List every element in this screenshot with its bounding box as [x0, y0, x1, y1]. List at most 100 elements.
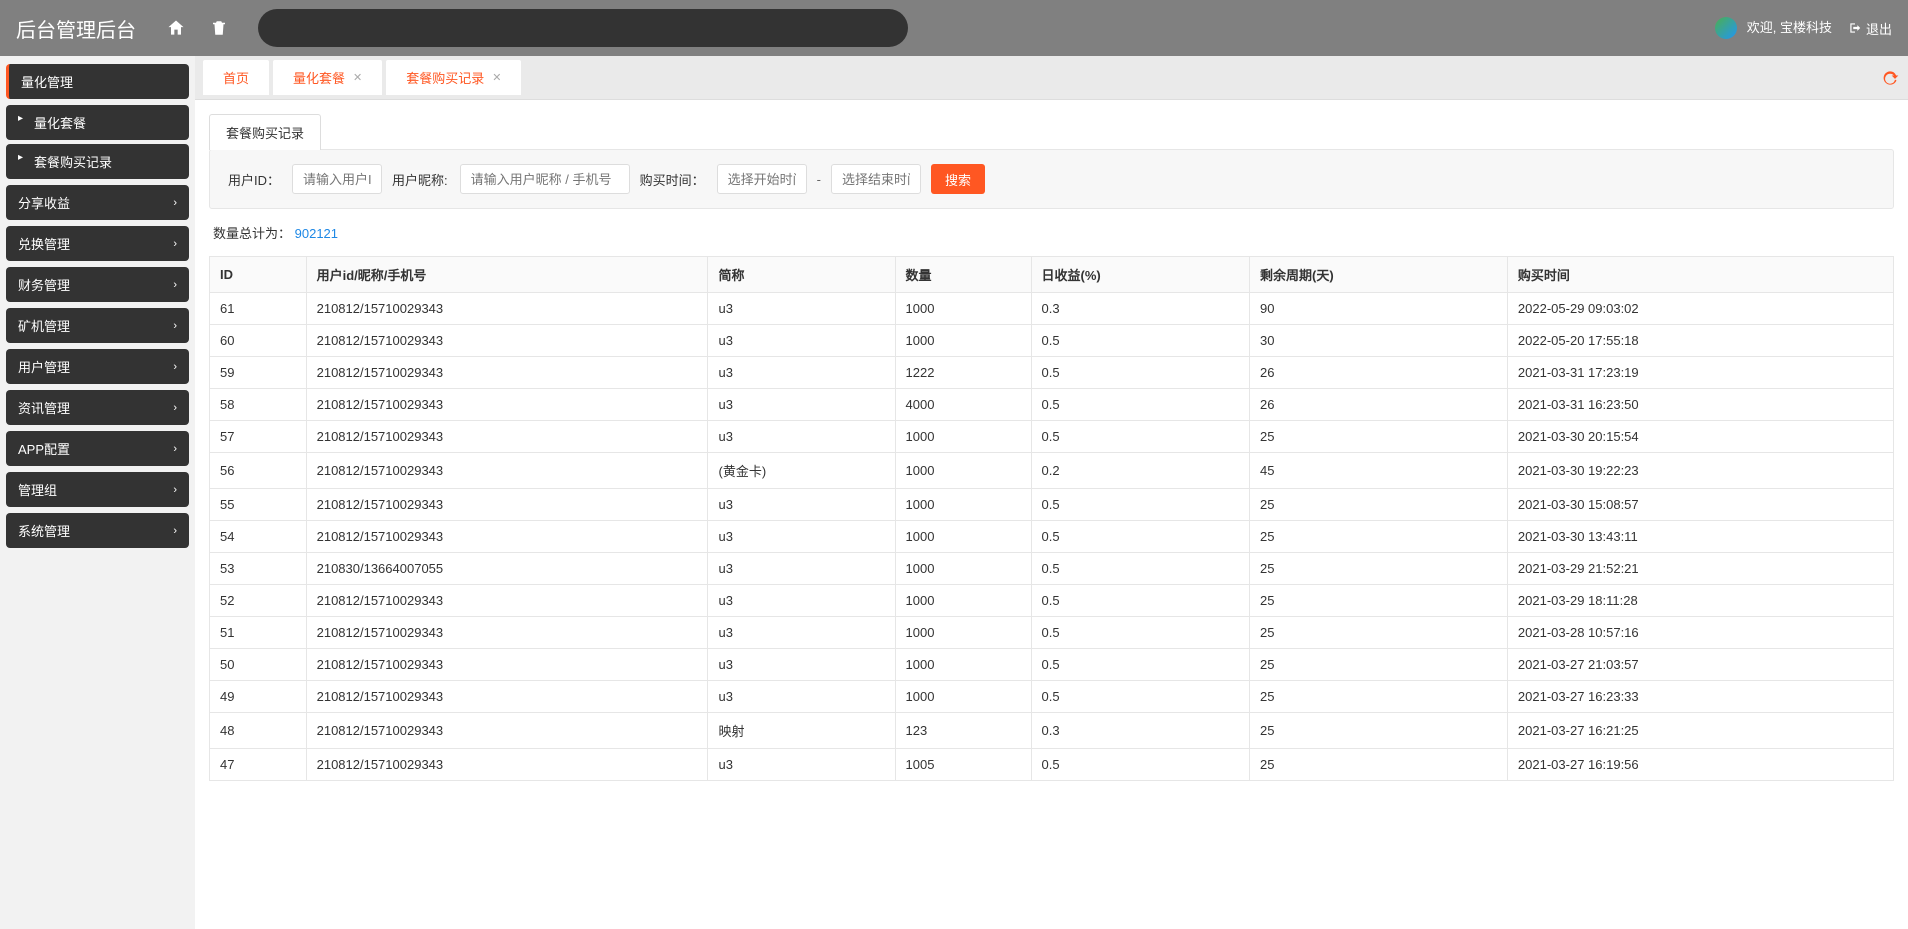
- cell-time: 2021-03-30 20:15:54: [1507, 421, 1893, 453]
- cell-time: 2021-03-30 15:08:57: [1507, 489, 1893, 521]
- cell-days: 26: [1250, 389, 1508, 421]
- tab-0[interactable]: 首页: [203, 60, 269, 95]
- chevron-right-icon: ›: [173, 525, 177, 537]
- cell-name: u3: [708, 585, 895, 617]
- cell-name: u3: [708, 357, 895, 389]
- cell-id: 47: [210, 749, 307, 781]
- cell-user: 210830/13664007055: [306, 553, 708, 585]
- cell-time: 2022-05-29 09:03:02: [1507, 293, 1893, 325]
- table-row: 49210812/15710029343u310000.5252021-03-2…: [210, 681, 1894, 713]
- refresh-icon[interactable]: [1880, 68, 1900, 88]
- col-header-2: 简称: [708, 257, 895, 293]
- sidebar-item-3[interactable]: 财务管理›: [6, 267, 189, 302]
- total-label: 数量总计为：: [213, 226, 291, 241]
- sidebar-item-5[interactable]: 用户管理›: [6, 349, 189, 384]
- cell-qty: 1222: [895, 357, 1031, 389]
- tab-2[interactable]: 套餐购买记录✕: [386, 60, 521, 95]
- cell-id: 59: [210, 357, 307, 389]
- cell-id: 53: [210, 553, 307, 585]
- sidebar-item-7[interactable]: APP配置›: [6, 431, 189, 466]
- sidebar-item-8[interactable]: 管理组›: [6, 472, 189, 507]
- chevron-right-icon: ›: [173, 484, 177, 496]
- table-row: 47210812/15710029343u310050.5252021-03-2…: [210, 749, 1894, 781]
- cell-days: 25: [1250, 585, 1508, 617]
- sidebar-subitem-0-1[interactable]: 套餐购买记录: [6, 144, 189, 179]
- cell-time: 2021-03-27 16:19:56: [1507, 749, 1893, 781]
- table-row: 54210812/15710029343u310000.5252021-03-3…: [210, 521, 1894, 553]
- table-row: 50210812/15710029343u310000.5252021-03-2…: [210, 649, 1894, 681]
- nickname-input[interactable]: [460, 164, 630, 194]
- cell-user: 210812/15710029343: [306, 713, 708, 749]
- cell-name: u3: [708, 649, 895, 681]
- cell-time: 2021-03-27 21:03:57: [1507, 649, 1893, 681]
- table-row: 52210812/15710029343u310000.5252021-03-2…: [210, 585, 1894, 617]
- sidebar-item-0[interactable]: 量化管理: [6, 64, 189, 99]
- cell-id: 51: [210, 617, 307, 649]
- cell-user: 210812/15710029343: [306, 585, 708, 617]
- cell-user: 210812/15710029343: [306, 325, 708, 357]
- header-user-area: 欢迎, 宝楼科技 退出: [1715, 17, 1892, 40]
- cell-id: 61: [210, 293, 307, 325]
- col-header-6: 购买时间: [1507, 257, 1893, 293]
- end-time-input[interactable]: [831, 164, 921, 194]
- cell-time: 2021-03-27 16:23:33: [1507, 681, 1893, 713]
- cell-days: 25: [1250, 713, 1508, 749]
- cell-qty: 1000: [895, 293, 1031, 325]
- cell-name: u3: [708, 489, 895, 521]
- cell-time: 2021-03-29 18:11:28: [1507, 585, 1893, 617]
- close-icon[interactable]: ✕: [492, 71, 501, 84]
- cell-rate: 0.5: [1031, 585, 1250, 617]
- cell-days: 25: [1250, 749, 1508, 781]
- cell-time: 2021-03-30 13:43:11: [1507, 521, 1893, 553]
- tab-1[interactable]: 量化套餐✕: [273, 60, 382, 95]
- cell-days: 26: [1250, 357, 1508, 389]
- time-dash: -: [817, 172, 821, 187]
- col-header-3: 数量: [895, 257, 1031, 293]
- cell-rate: 0.5: [1031, 489, 1250, 521]
- sidebar-subitem-0-0[interactable]: 量化套餐: [6, 105, 189, 140]
- tabs-bar: 首页量化套餐✕套餐购买记录✕: [195, 56, 1908, 100]
- col-header-0: ID: [210, 257, 307, 293]
- global-search-input[interactable]: [258, 9, 908, 47]
- sidebar-item-4[interactable]: 矿机管理›: [6, 308, 189, 343]
- search-button[interactable]: 搜索: [931, 164, 985, 194]
- chevron-right-icon: ›: [173, 238, 177, 250]
- cell-id: 48: [210, 713, 307, 749]
- cell-name: u3: [708, 749, 895, 781]
- sidebar-item-6[interactable]: 资讯管理›: [6, 390, 189, 425]
- logout-button[interactable]: 退出: [1848, 19, 1892, 38]
- cell-name: u3: [708, 553, 895, 585]
- cell-qty: 1000: [895, 489, 1031, 521]
- cell-qty: 1000: [895, 617, 1031, 649]
- cell-qty: 1000: [895, 421, 1031, 453]
- cell-id: 55: [210, 489, 307, 521]
- cell-user: 210812/15710029343: [306, 749, 708, 781]
- cell-id: 49: [210, 681, 307, 713]
- welcome-text: 欢迎, 宝楼科技: [1715, 17, 1832, 40]
- home-icon[interactable]: [166, 18, 186, 38]
- trash-icon[interactable]: [210, 19, 228, 37]
- cell-rate: 0.3: [1031, 293, 1250, 325]
- cell-time: 2021-03-31 16:23:50: [1507, 389, 1893, 421]
- cell-rate: 0.2: [1031, 453, 1250, 489]
- cell-rate: 0.5: [1031, 749, 1250, 781]
- search-panel: 用户ID： 用户昵称: 购买时间： - 搜索: [209, 149, 1894, 209]
- user-id-input[interactable]: [292, 164, 382, 194]
- cell-user: 210812/15710029343: [306, 293, 708, 325]
- cell-qty: 1000: [895, 681, 1031, 713]
- start-time-input[interactable]: [717, 164, 807, 194]
- sidebar-item-9[interactable]: 系统管理›: [6, 513, 189, 548]
- cell-rate: 0.5: [1031, 357, 1250, 389]
- cell-user: 210812/15710029343: [306, 617, 708, 649]
- nickname-label: 用户昵称:: [392, 170, 448, 189]
- cell-qty: 1000: [895, 325, 1031, 357]
- cell-name: u3: [708, 681, 895, 713]
- close-icon[interactable]: ✕: [353, 71, 362, 84]
- panel-tab[interactable]: 套餐购买记录: [209, 114, 321, 150]
- cell-user: 210812/15710029343: [306, 681, 708, 713]
- records-table: ID用户id/昵称/手机号简称数量日收益(%)剩余周期(天)购买时间 61210…: [209, 256, 1894, 781]
- sidebar-item-1[interactable]: 分享收益›: [6, 185, 189, 220]
- sidebar-item-2[interactable]: 兑换管理›: [6, 226, 189, 261]
- cell-user: 210812/15710029343: [306, 357, 708, 389]
- cell-rate: 0.5: [1031, 389, 1250, 421]
